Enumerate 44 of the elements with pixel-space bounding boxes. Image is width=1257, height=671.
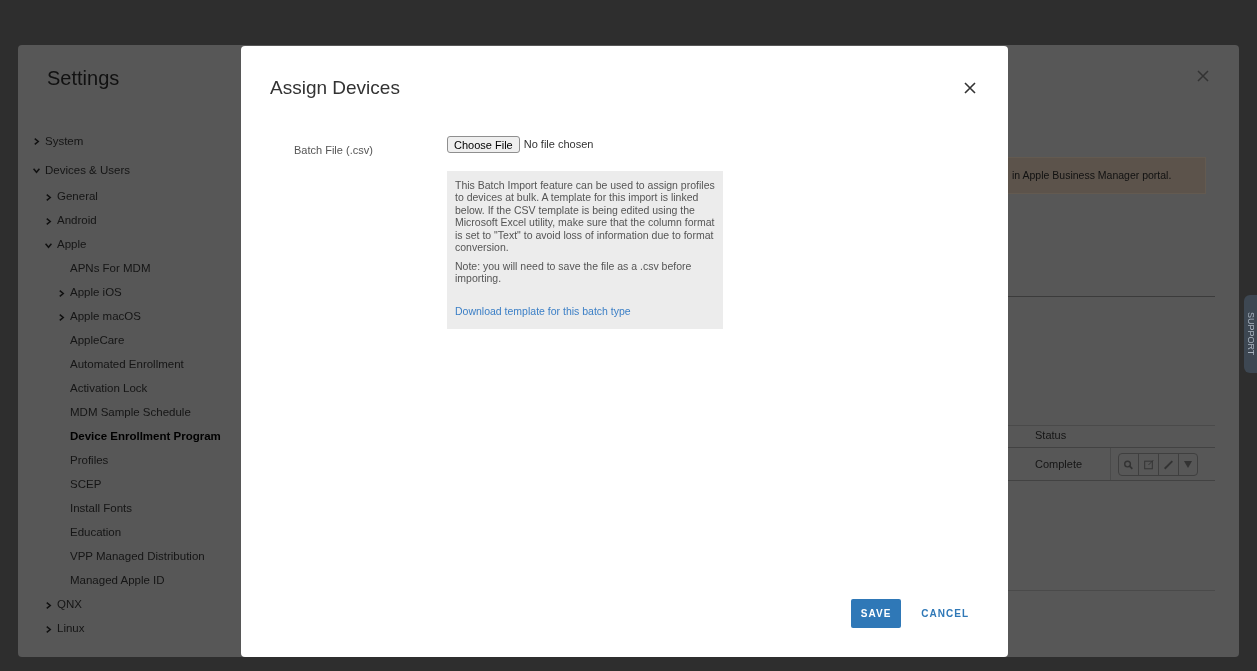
column-header: Status bbox=[1035, 427, 1067, 443]
tree-item[interactable]: Apple bbox=[57, 236, 87, 254]
close-icon[interactable] bbox=[964, 82, 976, 95]
tree-item[interactable]: Apple macOS bbox=[70, 308, 141, 326]
tree-item[interactable]: QNX bbox=[57, 596, 82, 614]
chevron-right-icon[interactable] bbox=[45, 193, 52, 201]
tree-item[interactable]: Device Enrollment Program bbox=[70, 428, 221, 446]
chevron-right-icon[interactable] bbox=[58, 313, 65, 321]
tree-item[interactable]: VPP Managed Distribution bbox=[70, 548, 205, 566]
tree-item[interactable]: Install Fonts bbox=[70, 500, 132, 518]
chevron-right-icon[interactable] bbox=[45, 601, 52, 609]
dialog-title: Assign Devices bbox=[270, 76, 400, 100]
tree-item[interactable]: SCEP bbox=[70, 476, 102, 494]
chevron-down-icon[interactable] bbox=[33, 167, 40, 174]
cancel-link[interactable]: CANCEL bbox=[921, 599, 969, 628]
tree-item[interactable]: Apple iOS bbox=[70, 284, 122, 302]
tree-item[interactable]: Android bbox=[57, 212, 97, 230]
tree-item[interactable]: Linux bbox=[57, 620, 85, 638]
field-label: Batch File (.csv) bbox=[293, 142, 374, 158]
tree-item[interactable]: Activation Lock bbox=[70, 380, 148, 398]
help-text: Note: you will need to save the file as a .csv before importing. bbox=[455, 259, 693, 285]
support-tab[interactable]: SUPPORT bbox=[1244, 295, 1257, 373]
choose-file-button[interactable]: Choose File bbox=[447, 135, 520, 153]
chevron-right-icon[interactable] bbox=[45, 625, 52, 633]
chevron-right-icon[interactable] bbox=[33, 138, 40, 145]
tree-item[interactable]: AppleCare bbox=[70, 332, 125, 350]
chevron-down-icon[interactable] bbox=[45, 241, 52, 249]
download-template-link[interactable]: Download template for this batch type bbox=[455, 304, 715, 317]
tree-item[interactable]: System bbox=[45, 132, 84, 151]
tree-item[interactable]: MDM Sample Schedule bbox=[70, 404, 191, 422]
banner-text: in Apple Business Manager portal. bbox=[1012, 167, 1172, 183]
tree-item[interactable]: APNs For MDM bbox=[70, 260, 151, 278]
file-status: No file chosen bbox=[523, 136, 594, 152]
tree-item[interactable]: Profiles bbox=[70, 452, 109, 470]
tree-item[interactable]: Devices & Users bbox=[45, 161, 130, 180]
tree-item[interactable]: Managed Apple ID bbox=[70, 572, 165, 590]
save-button[interactable]: SAVE bbox=[850, 599, 902, 628]
chevron-right-icon[interactable] bbox=[45, 217, 52, 225]
settings-title: Settings bbox=[46, 66, 121, 91]
tree-item[interactable]: General bbox=[57, 188, 98, 206]
tree-item[interactable]: Automated Enrollment bbox=[70, 356, 184, 374]
help-text: This Batch Import feature can be used to assign profiles to devices at bulk. A template for this import is linked below. If the CSV template is being edited using the Microsoft Excel utility, make sure that the column format is set to "Text" to avoid loss of information due to format conversion. bbox=[455, 178, 715, 254]
chevron-right-icon[interactable] bbox=[58, 289, 65, 297]
tree-item[interactable]: Education bbox=[70, 524, 122, 542]
